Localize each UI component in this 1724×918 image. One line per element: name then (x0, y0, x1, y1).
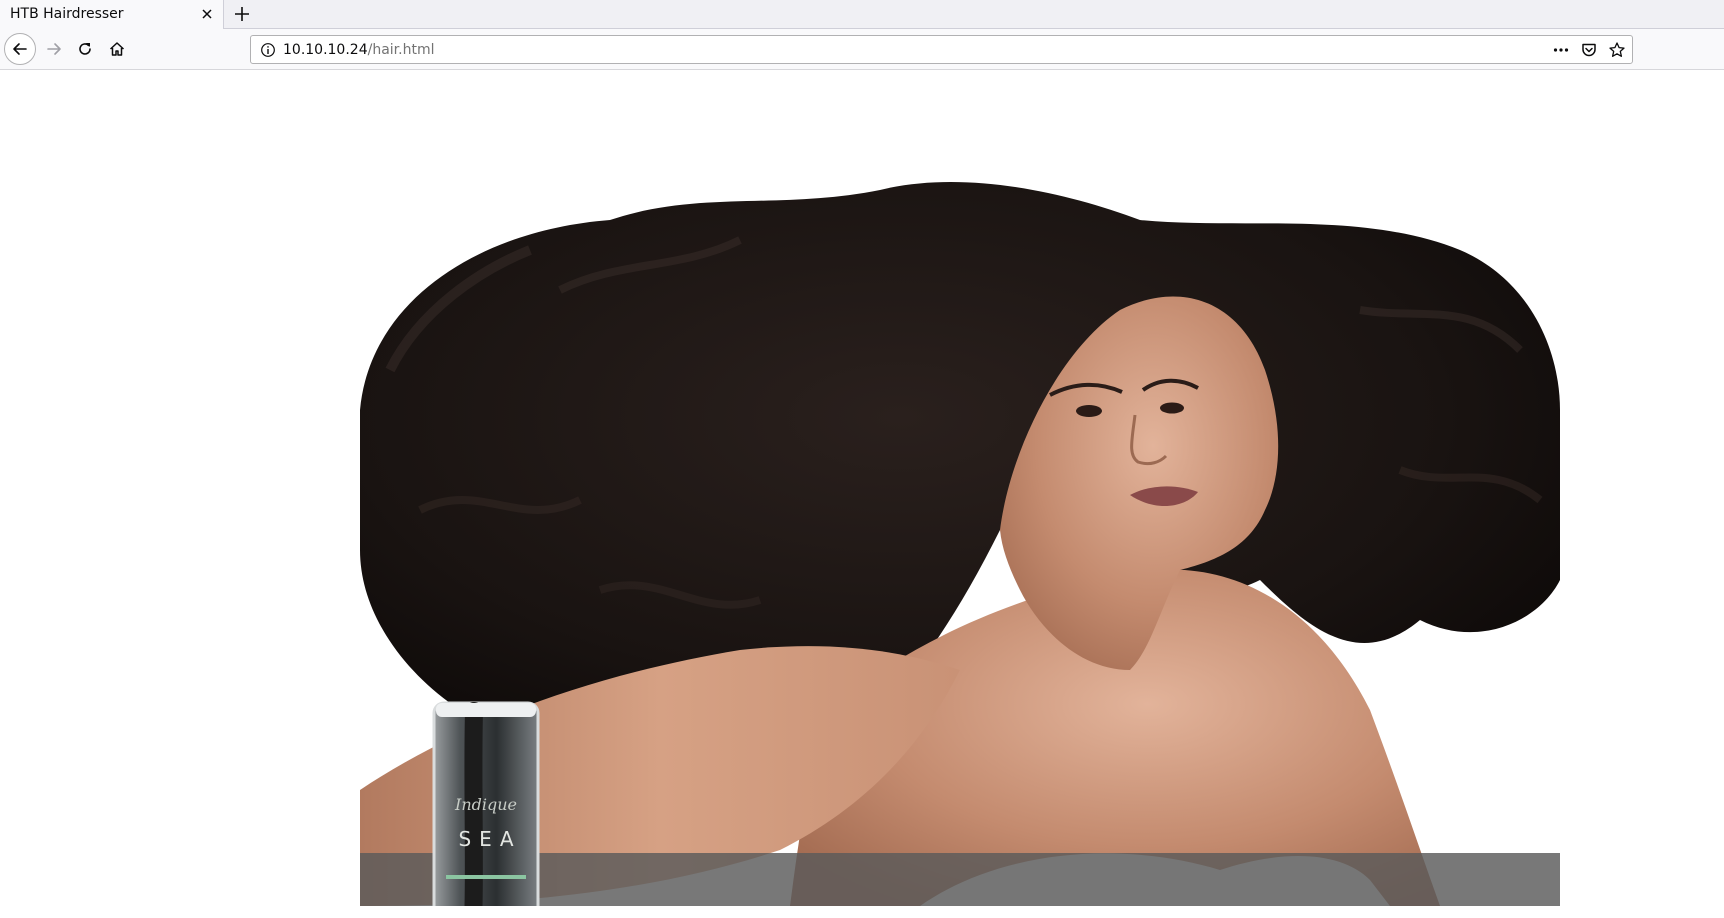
pocket-icon[interactable] (1580, 41, 1598, 59)
forward-arrow-icon (45, 40, 63, 58)
home-icon (108, 40, 126, 58)
browser-tab[interactable]: HTB Hairdresser (0, 0, 224, 29)
page-content: Indique SEA (0, 71, 1724, 918)
close-icon[interactable] (199, 6, 215, 22)
info-icon[interactable] (260, 42, 276, 58)
url-host: 10.10.10.24 (283, 42, 368, 58)
address-bar[interactable]: 10.10.10.24/hair.html (250, 35, 1633, 64)
more-dots-icon[interactable] (1552, 41, 1570, 59)
home-button[interactable] (103, 35, 131, 63)
reload-button[interactable] (71, 35, 99, 63)
product-name: SEA (458, 827, 522, 851)
url-text[interactable]: 10.10.10.24/hair.html (283, 42, 434, 58)
back-button[interactable] (4, 33, 36, 65)
product-bottle: Indique SEA (426, 699, 546, 906)
new-tab-plus-icon[interactable] (232, 4, 252, 24)
tab-strip: HTB Hairdresser (0, 0, 1724, 29)
navigation-toolbar: 10.10.10.24/hair.html (0, 29, 1724, 70)
star-icon[interactable] (1608, 41, 1626, 59)
forward-button[interactable] (40, 35, 68, 63)
reload-icon (76, 40, 94, 58)
back-arrow-icon (11, 40, 29, 58)
product-brand: Indique (455, 795, 517, 814)
page-actions (1552, 40, 1626, 60)
tab-title: HTB Hairdresser (10, 6, 124, 22)
hero-image: Indique SEA (360, 150, 1560, 906)
url-path: /hair.html (367, 42, 435, 58)
